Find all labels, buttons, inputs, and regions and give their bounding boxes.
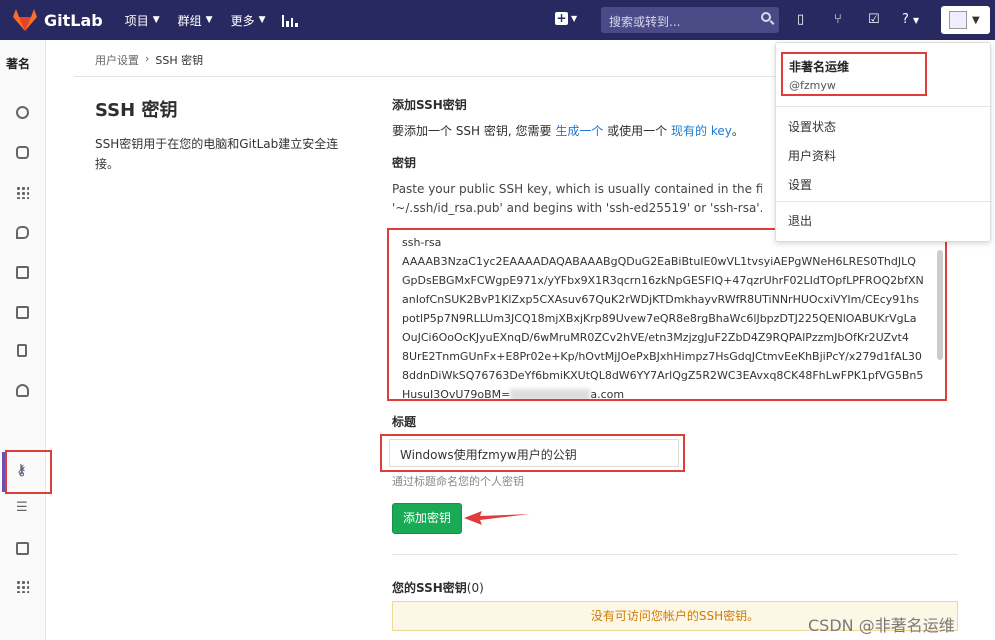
sessions-icon[interactable] xyxy=(16,542,29,555)
desc-mid: 或使用一个 xyxy=(603,124,671,138)
search-input[interactable]: 搜索或转到... xyxy=(601,7,779,33)
search-placeholder: 搜索或转到... xyxy=(609,15,681,29)
key-help-line: Paste your public SSH key, which is usua… xyxy=(392,182,762,196)
your-keys-count: (0) xyxy=(466,581,484,595)
password-lock-icon[interactable] xyxy=(17,344,27,357)
key-text-line: GpDsEBGMxFCWgpE971x/yYFbx9X1R3qcrn16zkNp… xyxy=(402,274,924,287)
watermark: CSDN @非著名运维 xyxy=(808,616,955,635)
key-help-text: Paste your public SSH key, which is usua… xyxy=(392,180,762,218)
dropdown-divider xyxy=(776,201,992,202)
access-tokens-icon[interactable] xyxy=(16,266,29,279)
chevron-down-icon: ▼ xyxy=(205,15,213,25)
issues-icon[interactable]: ▯ xyxy=(797,12,804,27)
brand-name: GitLab xyxy=(44,10,103,30)
existing-key-link[interactable]: 现有的 key xyxy=(671,124,732,138)
gitlab-fox-icon xyxy=(13,9,37,31)
settings-sidebar: 著名 ⚷ ⚷ ☰ xyxy=(0,40,52,640)
chevron-down-icon: ▼ xyxy=(152,15,160,25)
chat-icon[interactable] xyxy=(16,226,29,239)
nav-projects[interactable]: 项目 ▼ xyxy=(125,12,160,29)
page-intro: SSH 密钥 SSH密钥用于在您的电脑和GitLab建立安全连接。 xyxy=(95,96,350,174)
avatar xyxy=(949,11,967,29)
user-menu-button[interactable]: ▼ xyxy=(941,6,990,34)
nav-more[interactable]: 更多 ▼ xyxy=(231,12,266,29)
merge-request-icon[interactable]: ⑂ xyxy=(834,12,842,27)
breadcrumb-current[interactable]: SSH 密钥 xyxy=(155,52,203,68)
menu-item-set-status[interactable]: 设置状态 xyxy=(788,118,836,135)
generate-key-link[interactable]: 生成一个 xyxy=(555,124,603,138)
key-text-line: potlP5p7N9RLLUm3JCQ18mjXBxjKrp89Uvew7eQR… xyxy=(402,312,917,325)
dropdown-divider xyxy=(776,106,992,107)
add-key-button[interactable]: 添加密钥 xyxy=(392,503,462,534)
chevron-down-icon: ▼ xyxy=(571,14,578,23)
key-text-line: OuJCi6OoOcKJyuEXnqD/6wMruMR0ZCv2hVE/etn3… xyxy=(402,331,909,344)
chevron-down-icon: ▼ xyxy=(972,14,980,26)
top-navbar: GitLab 项目 ▼ 群组 ▼ 更多 ▼ + ▼ 搜索或转到... ▯ ⑂ ☑ ? ▼… xyxy=(0,0,995,40)
preferences-icon[interactable]: ☰ xyxy=(16,500,29,515)
page-description: SSH密钥用于在您的电脑和GitLab建立安全连接。 xyxy=(95,137,339,171)
your-keys-title: 您的SSH密钥 xyxy=(392,581,467,595)
dropdown-user-info[interactable]: 非著名运维 @fzmyw xyxy=(781,52,927,96)
search-icon xyxy=(761,12,771,22)
plus-icon: + xyxy=(555,11,568,25)
page-title: SSH 密钥 xyxy=(95,100,178,121)
breadcrumb: 用户设置 › SSH 密钥 xyxy=(95,52,203,68)
key-textarea[interactable]: ssh-rsa AAAAB3NzaC1yc2EAAAADAQABAAABgQDu… xyxy=(387,228,947,401)
help-icon[interactable]: ? ▼ xyxy=(902,12,919,27)
your-keys-heading: 您的SSH密钥(0) xyxy=(392,579,484,596)
breadcrumb-parent[interactable]: 用户设置 xyxy=(95,52,139,68)
user-dropdown-menu: 非著名运维 @fzmyw 设置状态 用户资料 设置 退出 xyxy=(775,42,992,242)
nav-groups[interactable]: 群组 ▼ xyxy=(178,12,213,29)
audit-log-icon[interactable] xyxy=(16,580,29,593)
pointer-arrow-icon xyxy=(464,511,530,525)
notifications-icon[interactable] xyxy=(16,384,29,397)
nav-projects-label: 项目 xyxy=(124,13,149,28)
desc-suffix: 。 xyxy=(731,124,744,138)
menu-item-settings[interactable]: 设置 xyxy=(788,176,812,193)
breadcrumb-separator: › xyxy=(145,52,150,65)
key-last-prefix: HusuI3OvU79oBM= xyxy=(402,388,511,401)
todos-icon[interactable]: ☑ xyxy=(868,12,880,27)
key-help-line: '~/.ssh/id_rsa.pub' and begins with 'ssh… xyxy=(392,201,762,215)
key-last-suffix: a.com xyxy=(590,388,625,401)
key-text-line: AAAAB3NzaC1yc2EAAAADAQABAAABgQDuG2EaBiBt… xyxy=(402,255,916,268)
desc-prefix: 要添加一个 SSH 密钥, 您需要 xyxy=(392,124,556,138)
gpg-key-icon[interactable]: ⚷ xyxy=(16,462,29,477)
key-text-line: 8ddnDiWkSQ76763DeYf6bmiKXUtQL8dW6YY7ArlQ… xyxy=(402,369,924,382)
section-divider xyxy=(392,554,958,555)
account-icon[interactable] xyxy=(16,146,29,159)
nav-groups-label: 群组 xyxy=(177,13,202,28)
user-handle: @fzmyw xyxy=(789,79,836,92)
title-field-label: 标题 xyxy=(392,415,417,429)
menu-item-sign-out[interactable]: 退出 xyxy=(788,212,812,229)
new-item-button[interactable]: + ▼ xyxy=(555,12,577,25)
title-input[interactable]: Windows使用fzmyw用户的公钥 xyxy=(389,439,679,467)
active-indicator xyxy=(2,452,5,492)
textarea-scrollbar[interactable] xyxy=(937,250,943,360)
key-text-line: 8UrE2TnmGUnFx+E8Pr02e+Kp/hOvtMjJOePxBJxh… xyxy=(402,350,922,363)
applications-icon[interactable] xyxy=(16,186,29,199)
title-help-text: 通过标题命名您的个人密钥 xyxy=(392,475,524,488)
emails-icon[interactable] xyxy=(16,306,29,319)
profile-icon[interactable] xyxy=(16,106,29,119)
key-text-line: HusuI3OvU79oBM= a.com xyxy=(402,385,935,401)
user-display-name: 非著名运维 xyxy=(789,60,850,74)
activity-chart-icon[interactable] xyxy=(281,13,298,27)
key-text-line: anIofCnSUK2BvP1KlZxp5CXAsuv67QuK2rWDjKTD… xyxy=(402,293,919,306)
redacted-blur xyxy=(510,389,591,399)
key-field-label: 密钥 xyxy=(392,156,417,170)
gitlab-logo[interactable]: GitLab xyxy=(12,8,103,32)
sidebar-user-label: 著名 xyxy=(6,57,31,71)
title-field-highlight: Windows使用fzmyw用户的公钥 xyxy=(380,434,685,472)
chevron-down-icon: ▼ xyxy=(258,15,266,25)
menu-item-profile[interactable]: 用户资料 xyxy=(788,147,836,164)
nav-more-label: 更多 xyxy=(230,13,255,28)
